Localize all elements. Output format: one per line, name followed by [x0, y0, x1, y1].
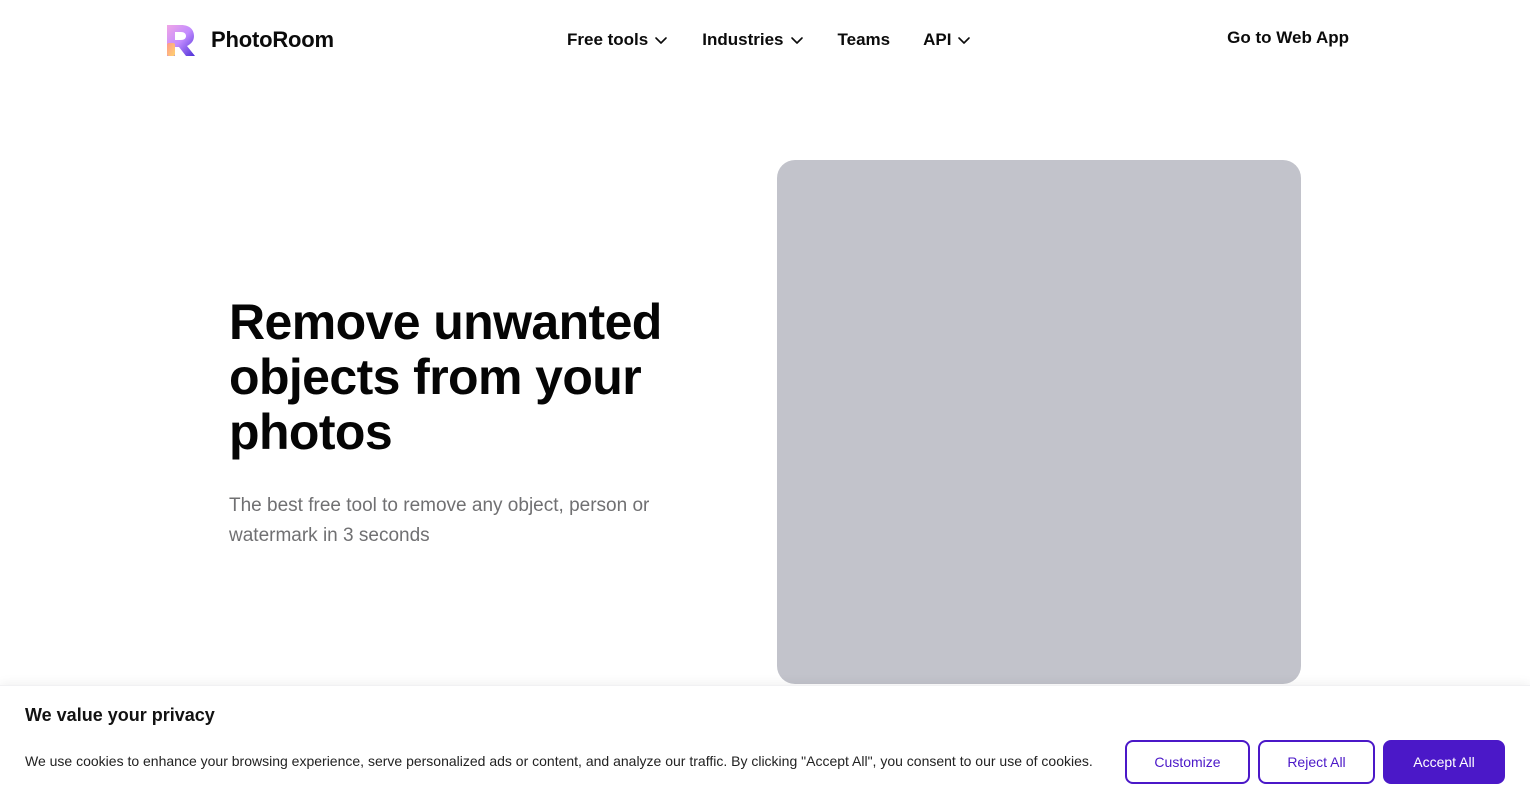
chevron-down-icon [790, 37, 803, 44]
site-header: PhotoRoom Free tools Industries Teams AP… [0, 0, 1530, 80]
reject-all-button[interactable]: Reject All [1258, 740, 1375, 784]
nav-free-tools-label: Free tools [567, 30, 649, 49]
nav-teams-label: Teams [837, 30, 891, 49]
nav-industries[interactable]: Industries [702, 30, 803, 50]
chevron-down-icon [655, 37, 668, 44]
hero-title-line: objects from your [229, 349, 642, 405]
brand-logo-link[interactable]: PhotoRoom [164, 22, 334, 58]
hero-title-line: photos [229, 404, 393, 460]
hero-title: Remove unwanted objects from your photos [229, 295, 749, 460]
go-to-web-app-link[interactable]: Go to Web App [1227, 28, 1349, 48]
hero-image-placeholder [777, 160, 1301, 684]
cookie-banner-title: We value your privacy [25, 705, 215, 725]
cookie-banner-text: We use cookies to enhance your browsing … [25, 753, 1093, 769]
photoroom-logo-icon [167, 25, 195, 56]
accept-all-button[interactable]: Accept All [1383, 740, 1505, 784]
cookie-banner: We value your privacy We use cookies to … [0, 685, 1530, 800]
nav-teams[interactable]: Teams [838, 30, 891, 50]
nav-api[interactable]: API [923, 30, 971, 50]
hero-subtitle: The best free tool to remove any object,… [229, 491, 709, 551]
nav-industries-label: Industries [702, 30, 784, 49]
nav-api-label: API [923, 30, 952, 49]
customize-button[interactable]: Customize [1125, 740, 1250, 784]
main-nav: Free tools Industries Teams API [567, 28, 971, 52]
hero-subtitle-line: The best free tool to remove any object,… [229, 495, 650, 516]
brand-name: PhotoRoom [211, 27, 334, 52]
page: PhotoRoom Free tools Industries Teams AP… [0, 0, 1530, 800]
hero-title-line: Remove unwanted [229, 294, 662, 350]
chevron-down-icon [958, 37, 971, 44]
hero-subtitle-line: watermark in 3 seconds [229, 525, 430, 546]
nav-free-tools[interactable]: Free tools [567, 30, 668, 50]
